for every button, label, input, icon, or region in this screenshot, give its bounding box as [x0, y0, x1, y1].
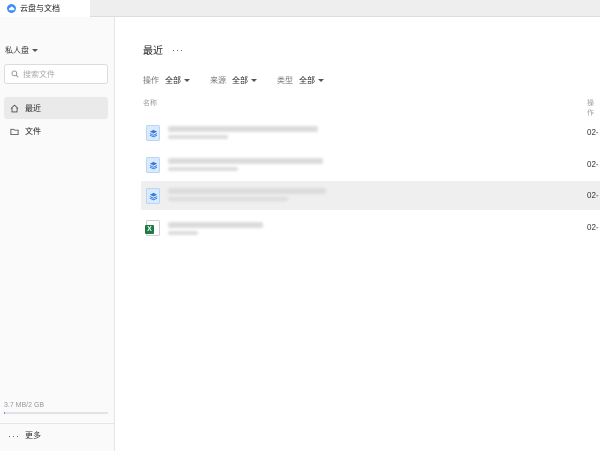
more-button[interactable]: ··· 更多 [8, 430, 41, 441]
page-title: 最近 [143, 46, 163, 57]
caret-down-icon [251, 79, 257, 82]
storage-progress-bar [4, 412, 108, 414]
sidebar: 私人盘 最近 文件 3.7 MB/2 GB [0, 17, 115, 451]
storage-progress-fill [4, 412, 6, 414]
doc-icon [146, 125, 160, 141]
more-label: 更多 [25, 431, 41, 440]
sidebar-item-files[interactable]: 文件 [4, 120, 108, 142]
sidebar-item-label: 最近 [25, 103, 41, 113]
space-selector[interactable]: 私人盘 [5, 45, 38, 56]
filter-bar: 操作 全部 来源 全部 类型 全部 [143, 75, 344, 86]
tab-title: 云盘与文档 [20, 4, 60, 13]
filter-label: 类型 [277, 76, 293, 85]
tab-cloud-docs[interactable]: 云盘与文档 [0, 0, 90, 17]
doc-icon [146, 188, 160, 204]
file-meta-redacted [168, 167, 238, 171]
column-header-name[interactable]: 名称 [143, 98, 157, 108]
caret-down-icon [318, 79, 324, 82]
file-name-redacted [168, 222, 263, 228]
excel-icon: X [145, 220, 160, 236]
page-menu-icon[interactable]: ··· [172, 45, 184, 55]
filter-label: 来源 [210, 76, 226, 85]
filter-value: 全部 [232, 76, 248, 85]
doc-icon [146, 157, 160, 173]
cloud-icon [7, 4, 16, 13]
file-meta-redacted [168, 135, 228, 139]
app-window: 云盘与文档 私人盘 最近 文件 3.7 MB/2 GB [0, 0, 600, 451]
filter-source[interactable]: 来源 全部 [210, 75, 257, 86]
filter-operation[interactable]: 操作 全部 [143, 75, 190, 86]
tab-bar: 云盘与文档 [0, 0, 600, 17]
row-date: 02- [587, 223, 599, 232]
row-date: 02- [587, 128, 599, 137]
file-row[interactable]: 02- [141, 150, 600, 179]
file-name-redacted [168, 126, 318, 132]
row-date: 02- [587, 160, 599, 169]
column-header-operation[interactable]: 操作 [587, 98, 600, 118]
search-icon [11, 70, 19, 78]
filter-type[interactable]: 类型 全部 [277, 75, 324, 86]
excel-x-icon: X [145, 225, 154, 234]
file-meta-redacted [168, 197, 288, 201]
sidebar-item-recent[interactable]: 最近 [4, 97, 108, 119]
main-content: 最近 ··· 操作 全部 来源 全部 类型 全部 名称 操作 02- 02- 0… [116, 17, 600, 451]
file-name-redacted [168, 158, 323, 164]
file-row[interactable]: X 02- [141, 213, 600, 242]
filter-dropdown[interactable]: 全部 [165, 75, 190, 86]
search-input[interactable] [23, 69, 103, 79]
file-row-selected[interactable]: 02- [141, 181, 600, 210]
storage-usage-text: 3.7 MB/2 GB [4, 402, 45, 409]
filter-dropdown[interactable]: 全部 [232, 75, 257, 86]
caret-down-icon [32, 49, 38, 52]
caret-down-icon [184, 79, 190, 82]
search-box[interactable] [4, 64, 108, 84]
page-title-bar: 最近 ··· [143, 42, 184, 58]
row-date: 02- [587, 191, 599, 200]
file-row[interactable]: 02- [141, 118, 600, 147]
filter-value: 全部 [165, 76, 181, 85]
folder-icon [10, 128, 19, 135]
home-icon [10, 104, 19, 112]
file-meta-redacted [168, 231, 198, 235]
space-label: 私人盘 [5, 46, 29, 55]
sidebar-item-label: 文件 [25, 126, 41, 136]
filter-label: 操作 [143, 76, 159, 85]
filter-dropdown[interactable]: 全部 [299, 75, 324, 86]
file-name-redacted [168, 188, 326, 194]
more-dots-icon: ··· [8, 430, 20, 441]
filter-value: 全部 [299, 76, 315, 85]
sidebar-divider [0, 423, 114, 424]
